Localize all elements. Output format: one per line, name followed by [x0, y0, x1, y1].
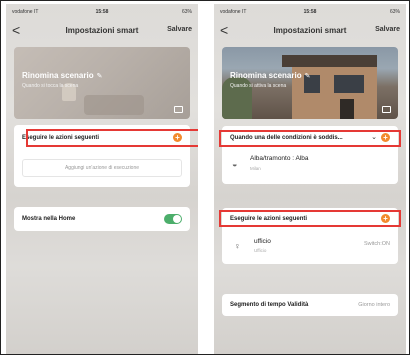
- scene-name: Rinomina scenario: [22, 71, 94, 80]
- lightbulb-icon: ♀: [234, 241, 241, 251]
- nav-bar: < Impostazioni smart Salvare: [6, 22, 198, 42]
- action-item-value: Switch:ON: [364, 241, 390, 247]
- highlight-box: [26, 129, 198, 147]
- clock: 15:58: [95, 9, 109, 15]
- house-roof: [282, 55, 377, 67]
- pencil-icon[interactable]: ✎: [305, 73, 311, 80]
- rename-scene[interactable]: Rinomina scenario ✎: [230, 71, 310, 80]
- sunrise-icon: ◒: [232, 159, 238, 169]
- show-home-label: Mostra nella Home: [22, 216, 76, 222]
- validity-card[interactable]: Segmento di tempo Validità Giorno intero: [222, 294, 398, 316]
- highlight-box: [219, 210, 401, 227]
- show-home-toggle[interactable]: [164, 214, 182, 224]
- screenshot-frame: vodafone IT 15:58 63% < Impostazioni sma…: [0, 0, 410, 355]
- validity-label: Segmento di tempo Validità: [230, 302, 309, 308]
- scene-cover-image[interactable]: Rinomina scenario ✎ Quando si tocca la sc…: [14, 47, 190, 119]
- sofa-shape: [84, 95, 144, 115]
- action-item-sub: Ufficio: [254, 248, 267, 253]
- validity-value: Giorno intero: [358, 302, 390, 308]
- add-action-button[interactable]: Aggiungi un'azione di esecuzione: [22, 159, 182, 177]
- house-window: [334, 75, 364, 93]
- pencil-icon[interactable]: ✎: [97, 73, 103, 80]
- home-card: Mostra nella Home: [14, 207, 190, 231]
- phone-screen-right: vodafone IT 15:58 63% < Impostazioni sma…: [214, 4, 406, 354]
- clock: 15:58: [303, 9, 317, 15]
- condition-item-title[interactable]: Alba/tramonto : Alba: [250, 155, 309, 162]
- save-button[interactable]: Salvare: [167, 26, 192, 33]
- status-bar: vodafone IT 15:58 63%: [6, 6, 198, 18]
- rename-scene[interactable]: Rinomina scenario ✎: [22, 71, 102, 80]
- image-icon[interactable]: [174, 106, 183, 113]
- status-bar: vodafone IT 15:58 63%: [214, 6, 406, 18]
- highlight-box: [219, 130, 401, 147]
- scene-trigger-text: Quando si tocca la scena: [22, 83, 79, 89]
- scene-name: Rinomina scenario: [230, 71, 302, 80]
- phone-screen-left: vodafone IT 15:58 63% < Impostazioni sma…: [6, 4, 198, 354]
- battery-label: 63%: [181, 9, 192, 15]
- battery-label: 63%: [389, 9, 400, 15]
- action-item-title[interactable]: ufficio: [254, 238, 271, 245]
- house-door: [340, 99, 354, 119]
- condition-item-sub: Milan: [250, 166, 261, 171]
- image-icon[interactable]: [382, 106, 391, 113]
- save-button[interactable]: Salvare: [375, 26, 400, 33]
- scene-cover-image[interactable]: Rinomina scenario ✎ Quando si attiva la s…: [222, 47, 398, 119]
- scene-trigger-text: Quando si attiva la scena: [230, 83, 287, 89]
- nav-bar: < Impostazioni smart Salvare: [214, 22, 406, 42]
